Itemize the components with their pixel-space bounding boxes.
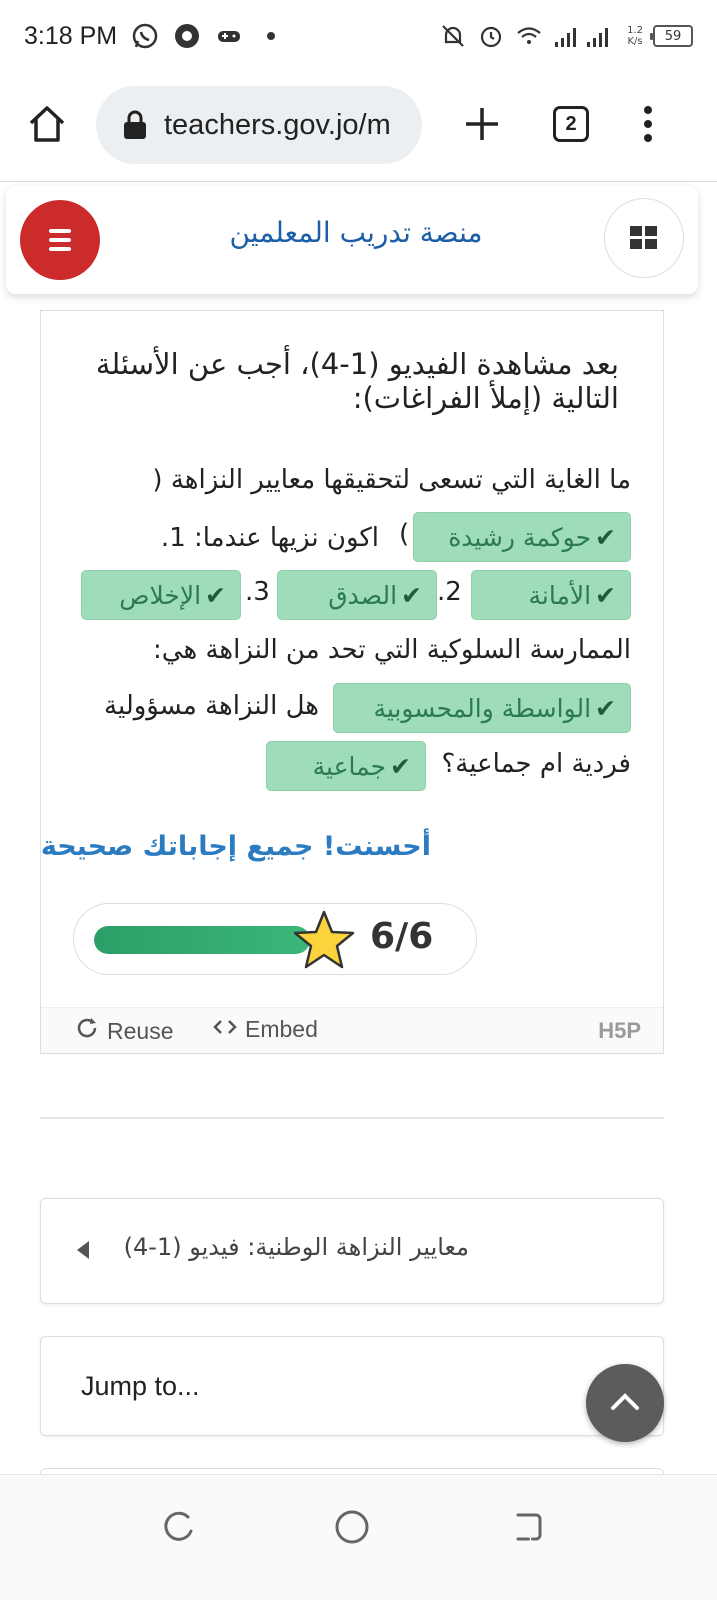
embed-label: Embed <box>245 1016 318 1042</box>
answer-field-5[interactable]: ✔ الواسطة والمحسوبية <box>333 683 631 733</box>
answer-field-2[interactable]: ✔ الأمانة <box>471 570 631 620</box>
item-number-2: 2. <box>437 577 462 607</box>
status-time: 3:18 PM <box>24 21 118 50</box>
more-options-icon[interactable] <box>636 104 660 144</box>
question-line-4: الممارسة السلوكية التي تحد من النزاهة هي… <box>153 635 631 665</box>
jump-to-label: Jump to... <box>81 1371 200 1401</box>
answer-text-5: الواسطة والمحسوبية <box>373 693 592 723</box>
check-icon: ✔ <box>390 751 411 781</box>
alarm-icon <box>477 22 505 50</box>
battery-indicator: 59 <box>650 25 693 47</box>
url-text: teachers.gov.jo/m <box>164 108 391 141</box>
previous-activity-label: معايير النزاهة الوطنية: فيديو (1-4) <box>123 1233 469 1261</box>
refresh-icon <box>75 1016 99 1046</box>
site-header: منصة تدريب المعلمين <box>6 186 698 294</box>
answer-text-6: جماعية <box>312 751 387 781</box>
address-bar[interactable]: teachers.gov.jo/m <box>96 86 422 164</box>
score-text: 6/6 <box>370 916 434 957</box>
gamepad-icon <box>215 22 243 50</box>
h5p-logo[interactable]: H5P <box>598 1018 641 1044</box>
answer-text-1: حوكمة رشيدة <box>448 522 592 552</box>
arrow-left-icon <box>77 1241 89 1259</box>
star-icon <box>292 908 356 972</box>
more-notifications-dot-icon <box>257 22 285 50</box>
feedback-message: أحسنت! جميع إجاباتك صحيحة <box>40 831 431 862</box>
status-bar: 3:18 PM 1.2 K/s 59 <box>0 0 717 72</box>
tab-switcher-button[interactable]: 2 <box>553 106 589 142</box>
question-line-1: ما الغاية التي تسعى لتحقيقها معايير النز… <box>152 465 631 495</box>
site-title[interactable]: منصة تدريب المعلمين <box>126 216 586 249</box>
answer-field-1[interactable]: ✔ حوكمة رشيدة <box>413 512 631 562</box>
score-progress-track <box>94 926 310 954</box>
check-icon: ✔ <box>595 693 616 723</box>
question-bracket-close: ) <box>399 519 410 549</box>
check-icon: ✔ <box>595 580 616 610</box>
muted-bell-icon <box>439 22 467 50</box>
check-icon: ✔ <box>595 522 616 552</box>
home-icon[interactable] <box>26 103 68 145</box>
recents-icon[interactable] <box>158 1507 198 1547</box>
question-intro: بعد مشاهدة الفيديو (1-4)، أجب عن الأسئلة… <box>95 347 619 415</box>
home-nav-icon[interactable] <box>332 1507 372 1547</box>
question-line-5: هل النزاهة مسؤولية <box>104 691 319 721</box>
code-icon <box>213 1016 237 1043</box>
wifi-icon <box>515 22 543 50</box>
answer-text-4: الإخلاص <box>119 580 202 610</box>
answer-field-3[interactable]: ✔ الصدق <box>277 570 437 620</box>
grid-apps-icon[interactable] <box>604 198 684 278</box>
question-line-6: فردية ام جماعية؟ <box>441 749 631 779</box>
signal-icon <box>553 22 617 50</box>
browser-toolbar: teachers.gov.jo/m 2 <box>0 72 717 182</box>
previous-activity-link[interactable]: معايير النزاهة الوطنية: فيديو (1-4) <box>40 1198 664 1304</box>
score-progress-fill <box>94 926 310 954</box>
new-tab-icon[interactable] <box>462 104 502 144</box>
answer-field-6[interactable]: ✔ جماعية <box>266 741 426 791</box>
question-line-2: اكون نزيها عندما: 1. <box>160 523 379 553</box>
score-bar: 6/6 <box>73 903 477 975</box>
lock-icon <box>122 110 148 140</box>
back-icon[interactable] <box>508 1507 548 1547</box>
network-speed: 1.2 K/s <box>627 25 643 47</box>
app-notification-icon <box>173 22 201 50</box>
h5p-footer: Reuse Embed H5P <box>41 1007 663 1053</box>
reuse-button[interactable]: Reuse <box>75 1016 173 1046</box>
whatsapp-icon <box>131 22 159 50</box>
answer-text-2: الأمانة <box>528 580 592 610</box>
menu-button[interactable] <box>20 200 100 280</box>
item-number-3: 3. <box>245 577 270 607</box>
embed-button[interactable]: Embed <box>213 1016 318 1043</box>
h5p-activity-card: بعد مشاهدة الفيديو (1-4)، أجب عن الأسئلة… <box>40 310 664 1054</box>
system-navigation-bar <box>0 1474 717 1600</box>
section-divider <box>40 1117 664 1119</box>
scroll-to-top-button[interactable] <box>586 1364 664 1442</box>
answer-field-4[interactable]: ✔ الإخلاص <box>81 570 241 620</box>
reuse-label: Reuse <box>107 1017 174 1044</box>
jump-to-select[interactable]: Jump to... <box>40 1336 664 1436</box>
answer-text-3: الصدق <box>328 580 398 610</box>
check-icon: ✔ <box>205 580 226 610</box>
chevron-up-icon <box>610 1391 640 1415</box>
check-icon: ✔ <box>401 580 422 610</box>
